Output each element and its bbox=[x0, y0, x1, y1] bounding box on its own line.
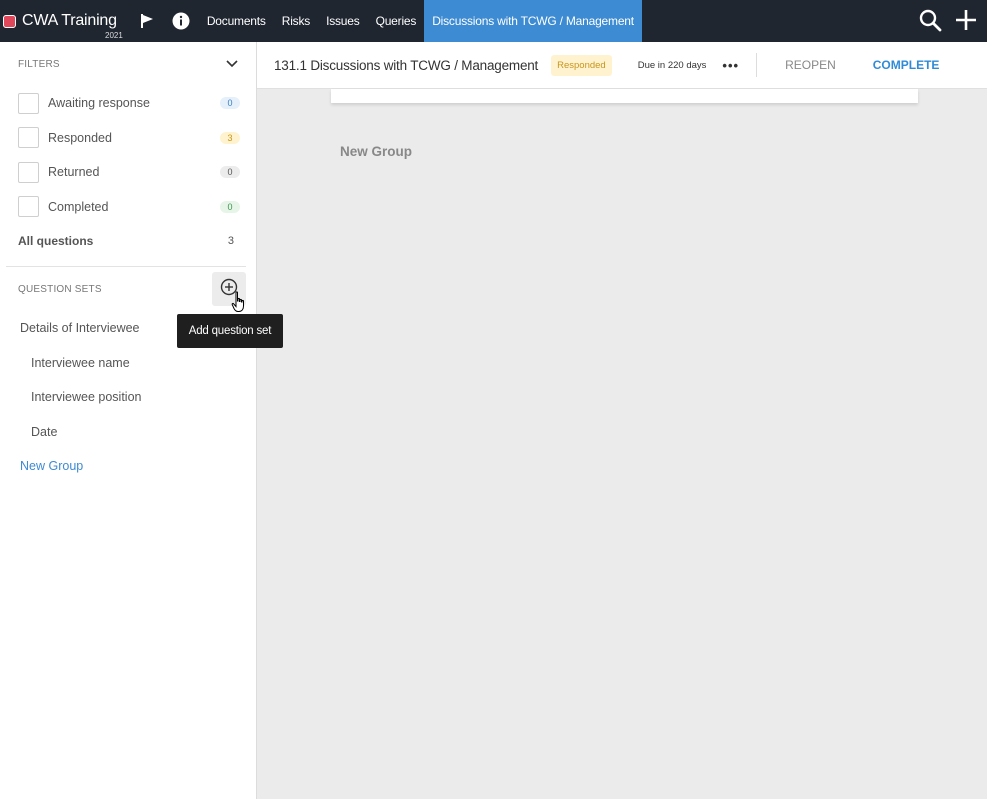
all-questions-label: All questions bbox=[18, 234, 94, 248]
question-set-new-group[interactable]: New Group bbox=[0, 449, 256, 484]
due-date: Due in 220 days bbox=[637, 59, 707, 71]
filter-count: 0 bbox=[220, 166, 240, 179]
tab-documents[interactable]: Documents bbox=[199, 0, 274, 42]
filter-awaiting-response[interactable]: Awaiting response 0 bbox=[0, 86, 256, 121]
filter-count: 0 bbox=[220, 97, 240, 110]
page-title: 131.1 Discussions with TCWG / Management bbox=[274, 57, 539, 73]
filter-label: Completed bbox=[48, 199, 109, 214]
all-questions-row[interactable]: All questions 3 bbox=[0, 224, 256, 258]
filter-checkbox[interactable] bbox=[18, 161, 39, 183]
filter-checkbox[interactable] bbox=[18, 127, 39, 149]
tab-risks[interactable]: Risks bbox=[274, 0, 318, 42]
filters-label: FILTERS bbox=[18, 58, 60, 70]
plus-icon[interactable] bbox=[953, 6, 979, 34]
app-brand[interactable]: CWA Training 2021 bbox=[0, 0, 123, 42]
search-icon[interactable] bbox=[917, 6, 943, 34]
app-year: 2021 bbox=[105, 31, 123, 40]
hand-cursor-icon bbox=[231, 291, 247, 313]
tab-queries[interactable]: Queries bbox=[368, 0, 425, 42]
header-divider bbox=[756, 53, 758, 77]
filter-label: Awaiting response bbox=[48, 96, 150, 111]
filter-checkbox[interactable] bbox=[18, 92, 39, 114]
question-set-item[interactable]: Interviewee name bbox=[0, 346, 256, 381]
question-sets-label: QUESTION SETS bbox=[18, 283, 102, 295]
nav-tabs: Documents Risks Issues Queries Discussio… bbox=[199, 0, 642, 42]
all-questions-count: 3 bbox=[227, 235, 234, 247]
question-set-item[interactable]: Date bbox=[0, 415, 256, 450]
question-set-item[interactable]: Interviewee position bbox=[0, 380, 256, 415]
tab-discussions[interactable]: Discussions with TCWG / Management bbox=[424, 0, 642, 42]
complete-button[interactable]: COMPLETE bbox=[873, 58, 940, 72]
app-logo-icon bbox=[3, 14, 16, 28]
group-title: New Group bbox=[340, 144, 413, 159]
sidebar: FILTERS Awaiting response 0 Responded 3 … bbox=[0, 42, 257, 799]
question-sets-header: QUESTION SETS bbox=[0, 267, 256, 311]
chevron-down-icon[interactable] bbox=[226, 55, 238, 73]
tab-issues[interactable]: Issues bbox=[318, 0, 367, 42]
filter-returned[interactable]: Returned 0 bbox=[0, 155, 256, 190]
tooltip: Add question set bbox=[177, 314, 283, 348]
filter-label: Responded bbox=[48, 130, 112, 145]
top-bar: CWA Training 2021 Documents Risks Issues… bbox=[0, 0, 987, 42]
more-options-icon[interactable]: ••• bbox=[722, 58, 739, 73]
app-name: CWA Training bbox=[22, 12, 117, 29]
question-card bbox=[331, 89, 918, 103]
question-header: 131.1 Discussions with TCWG / Management… bbox=[257, 42, 987, 89]
filter-count: 0 bbox=[220, 200, 240, 213]
reopen-button[interactable]: REOPEN bbox=[785, 58, 836, 72]
top-actions bbox=[917, 6, 979, 34]
filter-responded[interactable]: Responded 3 bbox=[0, 121, 256, 156]
filter-checkbox[interactable] bbox=[18, 196, 39, 218]
filter-label: Returned bbox=[48, 165, 100, 180]
info-icon[interactable] bbox=[171, 11, 191, 31]
filters-header[interactable]: FILTERS bbox=[0, 42, 256, 86]
status-badge: Responded bbox=[551, 54, 612, 76]
filter-completed[interactable]: Completed 0 bbox=[0, 190, 256, 225]
flag-icon[interactable] bbox=[137, 11, 157, 31]
filter-count: 3 bbox=[220, 131, 240, 144]
